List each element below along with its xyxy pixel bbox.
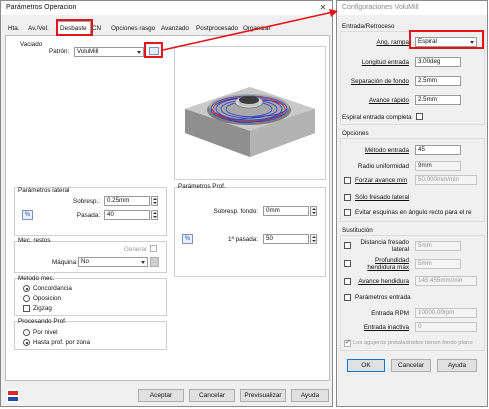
highlight-arrow xyxy=(162,9,338,51)
